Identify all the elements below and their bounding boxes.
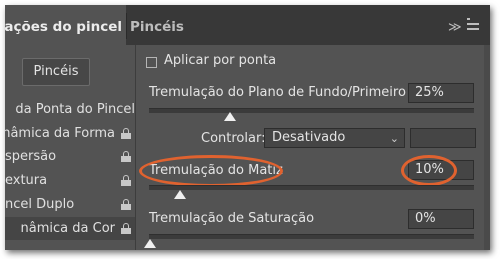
tab-brushes[interactable]: Pincéis xyxy=(130,5,184,45)
fg-bg-jitter-label: Tremulação do Plano de Fundo/Primeiro Pl… xyxy=(149,85,446,100)
fg-bg-jitter-slider[interactable] xyxy=(149,108,474,113)
panel-menu-icon[interactable] xyxy=(467,18,479,30)
apply-per-tip-label: Aplicar por ponta xyxy=(164,53,277,68)
tab-brush-settings-label: urações do pincel xyxy=(5,19,122,35)
lock-icon[interactable] xyxy=(121,128,131,139)
list-item-scattering[interactable]: spersão xyxy=(5,145,135,168)
saturation-jitter-label: Tremulação de Saturação xyxy=(149,211,315,226)
list-item-brush-tip-shape[interactable]: da Ponta do Pincel xyxy=(5,98,135,121)
chevron-down-icon: ⌄ xyxy=(389,132,399,145)
hue-jitter-label-highlight xyxy=(139,155,283,187)
lock-icon[interactable] xyxy=(121,175,131,186)
brush-settings-panel: urações do pincel Pincéis ≫ Pincéis da P… xyxy=(5,5,490,250)
list-item-label: nâmica da Cor xyxy=(20,221,115,236)
tab-brush-settings[interactable]: urações do pincel xyxy=(5,5,126,45)
list-item-shape-dynamics[interactable]: nâmica da Forma xyxy=(5,122,135,145)
control-value-field[interactable] xyxy=(410,128,476,148)
brushes-button[interactable]: Pincéis xyxy=(22,58,90,86)
fg-bg-jitter-slider-thumb[interactable] xyxy=(224,112,236,121)
scrollbar[interactable] xyxy=(484,45,490,250)
saturation-jitter-slider[interactable] xyxy=(149,234,474,239)
list-item-label: nâmica da Forma xyxy=(5,126,115,141)
control-select[interactable]: Desativado ⌄ xyxy=(264,128,405,148)
lock-icon[interactable] xyxy=(121,151,131,162)
list-item-label: spersão xyxy=(5,149,57,164)
saturation-jitter-field[interactable]: 0% xyxy=(408,209,474,229)
list-item-label: extura xyxy=(5,173,48,188)
control-select-value: Desativado xyxy=(272,130,346,145)
list-item-dual-brush[interactable]: ncel Duplo xyxy=(5,193,135,216)
lock-icon[interactable] xyxy=(121,199,131,210)
control-label: Controlar: xyxy=(201,131,266,146)
collapse-icon[interactable]: ≫ xyxy=(448,20,462,35)
fg-bg-jitter-field[interactable]: 25% xyxy=(408,83,474,103)
hue-jitter-slider[interactable] xyxy=(149,185,474,190)
tab-bar: urações do pincel Pincéis ≫ xyxy=(5,5,490,45)
apply-per-tip-checkbox[interactable] xyxy=(146,57,157,68)
list-item-texture[interactable]: extura xyxy=(5,169,135,192)
hue-jitter-slider-thumb[interactable] xyxy=(174,190,186,199)
lock-icon[interactable] xyxy=(121,223,131,234)
tab-separator xyxy=(126,13,127,39)
list-item-label: da Ponta do Pincel xyxy=(15,102,135,117)
color-dynamics-settings: Aplicar por ponta Tremulação do Plano de… xyxy=(136,45,490,250)
hue-jitter-value-highlight xyxy=(401,155,457,186)
saturation-jitter-slider-thumb[interactable] xyxy=(144,239,156,248)
list-item-color-dynamics[interactable]: nâmica da Cor xyxy=(5,217,135,240)
list-item-label: ncel Duplo xyxy=(5,197,75,212)
brush-settings-list: Pincéis da Ponta do Pincel nâmica da For… xyxy=(5,45,135,250)
